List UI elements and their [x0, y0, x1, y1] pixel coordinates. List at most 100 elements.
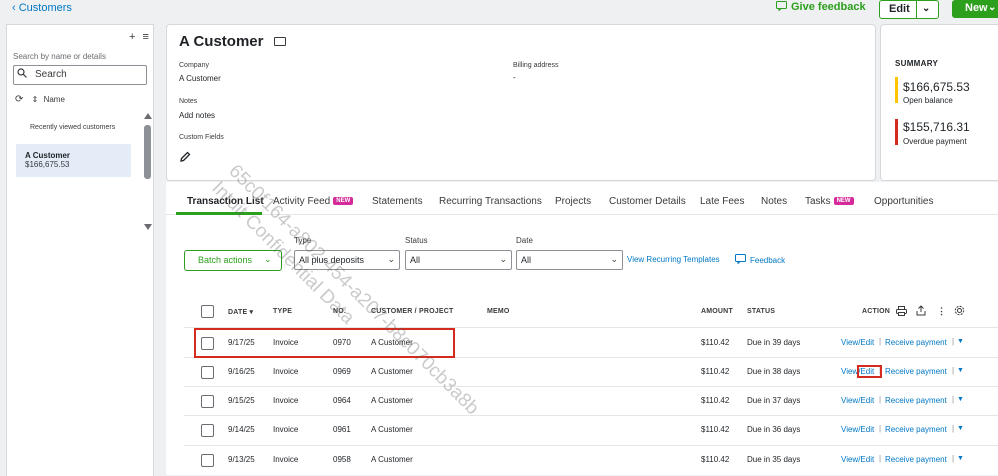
open-balance-indicator [895, 77, 898, 103]
row-number: 0961 [333, 425, 351, 434]
list-settings-icon[interactable]: ≡ [143, 31, 149, 43]
select-all-checkbox[interactable] [201, 305, 214, 318]
search-hint: Search by name or details [13, 52, 106, 61]
row-status: Due in 38 days [747, 367, 801, 376]
action-separator: | [952, 424, 955, 433]
overdue-indicator [895, 119, 898, 145]
scroll-up-arrow[interactable] [144, 113, 152, 119]
pencil-icon[interactable] [179, 151, 191, 163]
tab-statements[interactable]: Statements [372, 196, 423, 207]
export-icon[interactable] [916, 305, 926, 316]
row-type: Invoice [273, 367, 299, 376]
row-checkbox[interactable] [201, 395, 214, 408]
print-icon[interactable] [896, 306, 907, 316]
highlight-box-edit [857, 365, 882, 378]
recent-customer-name: A Customer [25, 151, 71, 160]
custom-fields-label: Custom Fields [179, 134, 224, 141]
row-number: 0958 [333, 455, 351, 464]
chevron-down-icon: ⌄ [610, 254, 618, 264]
column-header-date[interactable]: DATE ▾ [228, 308, 253, 316]
row-checkbox[interactable] [201, 366, 214, 379]
row-customer: A Customer [371, 455, 413, 464]
edit-button[interactable]: Edit ⌄ [879, 0, 939, 19]
date-filter-select[interactable]: All ⌄ [516, 250, 623, 270]
view-edit-link[interactable]: View/Edit [841, 396, 874, 405]
row-status: Due in 36 days [747, 425, 801, 434]
chevron-down-icon[interactable]: ⌄ [922, 3, 930, 14]
tab-customer-details[interactable]: Customer Details [609, 196, 686, 207]
scroll-down-arrow[interactable] [144, 224, 152, 230]
row-date: 9/15/25 [228, 396, 255, 405]
view-edit-link[interactable]: View/Edit [841, 455, 874, 464]
action-separator: | [879, 454, 882, 463]
row-type: Invoice [273, 396, 299, 405]
back-to-customers-link[interactable]: ‹ Customers [12, 2, 72, 14]
scrollbar-thumb[interactable] [144, 125, 151, 179]
row-checkbox[interactable] [201, 454, 214, 467]
status-filter-select[interactable]: All ⌄ [405, 250, 512, 270]
row-checkbox[interactable] [201, 424, 214, 437]
company-label: Company [179, 62, 209, 69]
view-edit-link[interactable]: View/Edit [841, 425, 874, 434]
row-amount: $110.42 [701, 367, 730, 376]
column-header-type[interactable]: TYPE [273, 308, 292, 315]
tab-projects[interactable]: Projects [555, 196, 591, 207]
table-row[interactable]: 9/14/25 Invoice 0961 A Customer $110.42 … [166, 415, 998, 445]
table-row[interactable]: 9/13/25 Invoice 0958 A Customer $110.42 … [166, 445, 998, 475]
tab-notes[interactable]: Notes [761, 196, 787, 207]
plus-icon[interactable]: + [129, 31, 135, 43]
open-balance-label: Open balance [903, 96, 953, 105]
chevron-down-icon[interactable]: ▼ [957, 425, 964, 432]
history-icon[interactable]: ⟳ [15, 94, 23, 105]
more-icon[interactable]: ⋮ [937, 306, 946, 317]
tab-opportunities[interactable]: Opportunities [874, 196, 933, 207]
receive-payment-link[interactable]: Receive payment [885, 367, 947, 376]
column-header-memo[interactable]: MEMO [487, 308, 510, 315]
chevron-down-icon: ⌄ [988, 2, 997, 13]
search-icon [17, 68, 27, 78]
sort-control[interactable]: ⟳ ⇕ Name [15, 94, 65, 105]
column-header-status[interactable]: STATUS [747, 308, 775, 315]
receive-payment-link[interactable]: Receive payment [885, 338, 947, 347]
chevron-down-icon[interactable]: ▼ [957, 338, 964, 345]
chevron-down-icon[interactable]: ▼ [957, 367, 964, 374]
column-header-amount[interactable]: AMOUNT [701, 308, 733, 315]
action-separator: | [879, 395, 882, 404]
chevron-down-icon: ⌄ [499, 254, 507, 264]
recent-customer-card[interactable]: A Customer $166,675.53 [16, 144, 131, 177]
summary-title: SUMMARY [895, 59, 939, 68]
chevron-left-icon: ‹ [12, 2, 19, 14]
receive-payment-link[interactable]: Receive payment [885, 455, 947, 464]
tab-recurring-transactions[interactable]: Recurring Transactions [439, 196, 542, 207]
view-recurring-templates-link[interactable]: View Recurring Templates [627, 255, 720, 264]
tab-tasks[interactable]: Tasks NEW [805, 196, 854, 207]
row-date: 9/13/25 [228, 455, 255, 464]
chevron-down-icon[interactable]: ▼ [957, 455, 964, 462]
search-placeholder: Search [35, 69, 67, 80]
tab-late-fees[interactable]: Late Fees [700, 196, 744, 207]
billing-address-value: - [513, 73, 516, 82]
customer-name: A Customer [179, 33, 264, 50]
search-input[interactable]: Search [13, 65, 147, 85]
new-badge: NEW [333, 197, 354, 206]
receive-payment-link[interactable]: Receive payment [885, 396, 947, 405]
row-status: Due in 35 days [747, 455, 801, 464]
feedback-icon [776, 1, 787, 12]
row-amount: $110.42 [701, 455, 730, 464]
give-feedback-button[interactable]: Give feedback [776, 1, 866, 13]
add-notes-link[interactable]: Add notes [179, 111, 215, 120]
customer-header-card: A Customer Company A Customer Billing ad… [166, 24, 876, 181]
table-row[interactable]: 9/15/25 Invoice 0964 A Customer $110.42 … [166, 386, 998, 416]
billing-address-label: Billing address [513, 62, 559, 69]
gear-icon[interactable] [954, 305, 965, 316]
chevron-down-icon[interactable]: ▼ [957, 396, 964, 403]
new-button[interactable]: New ⌄ [952, 0, 998, 18]
mail-icon[interactable] [274, 37, 286, 46]
sort-desc-icon: ▾ [249, 309, 254, 316]
panel-actions: + ≡ [129, 31, 149, 43]
feedback-link[interactable]: Feedback [735, 254, 785, 265]
company-value: A Customer [179, 74, 221, 83]
view-edit-link[interactable]: View/Edit [841, 338, 874, 347]
receive-payment-link[interactable]: Receive payment [885, 425, 947, 434]
action-separator: | [879, 424, 882, 433]
